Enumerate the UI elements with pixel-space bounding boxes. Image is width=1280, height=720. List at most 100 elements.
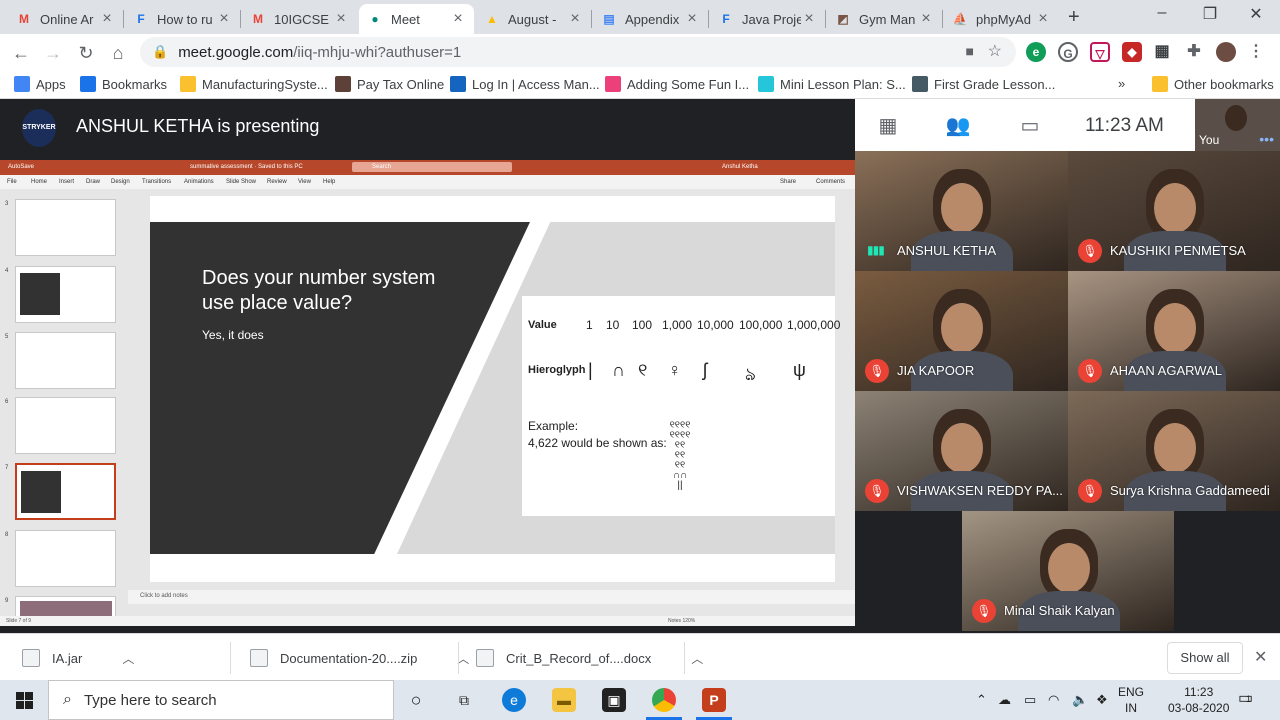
browser-tab[interactable]: F Java Proje × xyxy=(710,4,825,34)
layout-grid-icon[interactable]: ▦ xyxy=(875,113,901,137)
browser-tab[interactable]: M 10IGCSE I × xyxy=(242,4,357,34)
download-item[interactable]: IA.jar ︿ xyxy=(22,646,134,670)
meet-top-controls: ▦ 👥 ▭ 11:23 AM You ••• xyxy=(855,99,1280,151)
pocket-extension-icon[interactable]: ▽ xyxy=(1090,42,1110,62)
address-bar[interactable]: 🔒 meet.google.com/iiq-mhju-whi?authuser=… xyxy=(140,37,1016,67)
chevron-up-icon[interactable]: ︿ xyxy=(122,650,134,667)
close-downloads-icon[interactable]: ✕ xyxy=(1254,647,1267,667)
self-view-tile[interactable]: You ••• xyxy=(1195,99,1280,151)
example-title: Example: xyxy=(528,419,579,433)
language-indicator[interactable]: ENG IN xyxy=(1118,684,1144,716)
bookmark-item[interactable]: Bookmarks xyxy=(80,76,167,92)
taskbar-clock[interactable]: 11:23 03-08-2020 xyxy=(1168,684,1229,716)
shield-extension-icon[interactable]: ◆ xyxy=(1122,42,1142,62)
home-icon[interactable]: ⌂ xyxy=(105,40,131,66)
slide-thumbnail xyxy=(15,397,116,454)
browser-tab[interactable]: ⛵ phpMyAd × xyxy=(944,4,1059,34)
show-all-downloads-button[interactable]: Show all xyxy=(1167,642,1243,674)
thumbnail-number: 3 xyxy=(5,201,9,207)
onedrive-icon[interactable]: ☁ xyxy=(998,692,1011,708)
participant-tile[interactable]: ▮▮▮ ANSHUL KETHA xyxy=(855,151,1068,271)
close-tab-icon[interactable]: × xyxy=(99,10,115,28)
edge-icon[interactable]: e xyxy=(502,688,526,712)
minimize-button[interactable]: – xyxy=(1139,4,1185,22)
participant-tile[interactable]: 🎙 Surya Krishna Gaddameedi xyxy=(1068,391,1280,511)
file-explorer-icon[interactable]: ▬ xyxy=(552,688,576,712)
browser-tab[interactable]: ▤ Appendix × xyxy=(593,4,708,34)
chat-icon[interactable]: ▭ xyxy=(1017,113,1043,137)
chevron-up-icon[interactable]: ︿ xyxy=(691,650,703,667)
browser-tab[interactable]: F How to ru × xyxy=(125,4,240,34)
wifi-icon[interactable]: ◠ xyxy=(1048,692,1059,708)
presenter-text: ANSHUL KETHA is presenting xyxy=(76,116,320,136)
download-item[interactable]: Documentation-20....zip ︿ xyxy=(250,646,469,670)
browser-menu-icon[interactable]: ⋮ xyxy=(1246,42,1266,62)
ppt-menu-item: Insert xyxy=(59,179,75,185)
participant-tile[interactable]: 🎙 AHAAN AGARWAL xyxy=(1068,271,1280,391)
grammarly-extension-icon[interactable]: G xyxy=(1058,42,1078,62)
bookmark-item[interactable]: Pay Tax Online xyxy=(335,76,444,92)
reload-icon[interactable]: ↻ xyxy=(73,40,99,66)
download-item[interactable]: Crit_B_Record_of....docx ︿ xyxy=(476,646,703,670)
windows-start-icon[interactable] xyxy=(0,680,48,720)
puzzle-extensions-icon[interactable]: ✚ xyxy=(1184,42,1204,62)
bookmark-item[interactable]: ManufacturingSyste... xyxy=(180,76,328,92)
search-icon: ⌕ xyxy=(63,691,72,708)
bookmark-icon xyxy=(335,76,351,92)
close-tab-icon[interactable]: × xyxy=(684,10,700,28)
windows-taskbar: ⌕ Type here to search ○ ⧉ e ▬ ▣ P ⌃ ☁ ▭ … xyxy=(0,680,1280,720)
place-value-cell: 10,000 xyxy=(697,318,734,332)
close-window-button[interactable]: ✕ xyxy=(1233,4,1279,24)
cortana-icon[interactable]: ○ xyxy=(404,688,428,712)
store-icon[interactable]: ▣ xyxy=(602,688,626,712)
browser-tab[interactable]: ◩ Gym Man × xyxy=(827,4,942,34)
bookmark-item[interactable]: Adding Some Fun I... xyxy=(605,76,749,92)
restore-button[interactable]: ❐ xyxy=(1187,4,1233,24)
chrome-icon[interactable] xyxy=(652,688,676,712)
participant-tile[interactable]: 🎙 VISHWAKSEN REDDY PA... xyxy=(855,391,1068,511)
bookmark-item[interactable]: Mini Lesson Plan: S... xyxy=(758,76,906,92)
participant-tile[interactable]: 🎙 Minal Shaik Kalyan xyxy=(962,511,1174,631)
chevron-up-icon[interactable]: ︿ xyxy=(457,650,469,667)
close-tab-icon[interactable]: × xyxy=(450,10,466,28)
taskbar-search-box[interactable]: ⌕ Type here to search xyxy=(48,680,394,720)
bookmark-item[interactable]: Apps xyxy=(14,76,66,92)
browser-tab[interactable]: M Online Ar × xyxy=(8,4,123,34)
dropbox-icon[interactable]: ❖ xyxy=(1096,692,1108,708)
notifications-icon[interactable]: ▭ 1 xyxy=(1238,688,1253,708)
participant-face xyxy=(1154,303,1196,353)
battery-icon[interactable]: ▭ xyxy=(1024,692,1036,708)
evernote-extension-icon[interactable]: e xyxy=(1026,42,1046,62)
tray-overflow-icon[interactable]: ⌃ xyxy=(976,692,987,708)
close-tab-icon[interactable]: × xyxy=(567,10,583,28)
bookmark-item[interactable]: Log In | Access Man... xyxy=(450,76,600,92)
close-tab-icon[interactable]: × xyxy=(918,10,934,28)
browser-tab[interactable]: ▲ August - × xyxy=(476,4,591,34)
grid-extension-icon[interactable]: ▦ xyxy=(1152,42,1172,62)
participant-tile[interactable]: 🎙 KAUSHIKI PENMETSA xyxy=(1068,151,1280,271)
close-tab-icon[interactable]: × xyxy=(216,10,232,28)
task-view-icon[interactable]: ⧉ xyxy=(452,688,476,712)
people-icon[interactable]: 👥 xyxy=(945,113,971,137)
bookmark-star-icon[interactable]: ☆ xyxy=(988,41,1002,61)
other-bookmarks[interactable]: Other bookmarks xyxy=(1152,76,1274,92)
camera-icon[interactable]: ■ xyxy=(966,43,974,59)
more-options-icon[interactable]: ••• xyxy=(1259,131,1274,147)
participant-tile[interactable]: 🎙 JIA KAPOOR xyxy=(855,271,1068,391)
powerpoint-icon[interactable]: P xyxy=(702,688,726,712)
bookmark-item[interactable]: First Grade Lesson... xyxy=(912,76,1055,92)
browser-tab[interactable]: ● Meet × xyxy=(359,4,474,34)
forward-icon[interactable]: → xyxy=(40,40,66,66)
profile-avatar[interactable] xyxy=(1216,42,1236,62)
back-icon[interactable]: ← xyxy=(8,40,34,66)
volume-icon[interactable]: 🔈 xyxy=(1072,692,1088,708)
close-tab-icon[interactable]: × xyxy=(801,10,817,28)
slide-thumbnail xyxy=(15,266,116,323)
close-tab-icon[interactable]: × xyxy=(333,10,349,28)
bookmarks-overflow-icon[interactable]: » xyxy=(1118,76,1125,91)
new-tab-button[interactable]: + xyxy=(1068,6,1080,29)
ppt-notes-pane[interactable]: Click to add notes xyxy=(128,590,855,604)
tab-label: How to ru xyxy=(157,11,213,27)
ppt-thumbnail-pane: 3 4 5 6 7 8 9 xyxy=(0,189,128,617)
close-tab-icon[interactable]: × xyxy=(1035,10,1051,28)
